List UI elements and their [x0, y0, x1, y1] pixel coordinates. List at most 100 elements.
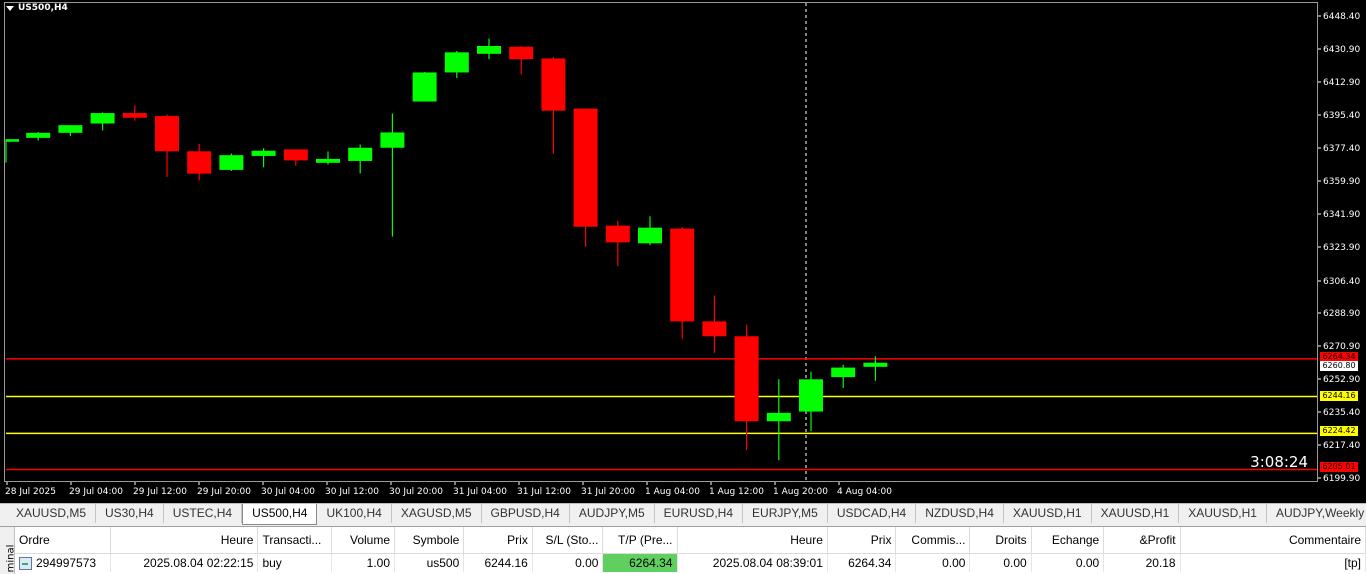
candle-body: [251, 150, 276, 156]
tab-xauusd-h1[interactable]: XAUUSD,H1: [1092, 504, 1180, 523]
column-header[interactable]: Volume: [331, 527, 396, 554]
chart-symbol-header[interactable]: US500,H4: [6, 3, 68, 13]
candle-body: [380, 132, 405, 148]
candle-body: [26, 132, 51, 138]
table-cell: [tp]: [1180, 553, 1366, 572]
price-axis-label: 6412.90: [1323, 78, 1360, 88]
sl-price-tag: 6205.01: [1320, 462, 1358, 472]
column-header[interactable]: Commis...: [895, 527, 971, 554]
table-cell: 0.00: [969, 553, 1032, 572]
price-axis-label: 6323.90: [1323, 243, 1360, 253]
tab-xauusd-h1[interactable]: XAUUSD,H1: [1179, 504, 1267, 523]
column-header[interactable]: S/L (Sto...: [532, 527, 604, 554]
tab-uk100-h4[interactable]: UK100,H4: [317, 504, 392, 523]
price-axis-label: 6199.90: [1323, 474, 1360, 484]
column-header[interactable]: Prix: [463, 527, 533, 554]
candle-countdown-timer: 3:08:24: [1250, 453, 1308, 471]
table-cell: 6244.16: [463, 553, 533, 572]
table-cell: 2025.08.04 02:22:15: [110, 553, 259, 572]
time-axis-label: 1 Aug 12:00: [709, 487, 764, 497]
dropdown-triangle-icon[interactable]: [6, 5, 14, 11]
tab-us500-h4[interactable]: US500,H4: [242, 504, 318, 525]
candle-body: [122, 113, 147, 118]
tab-eurjpy-m5[interactable]: EURJPY,M5: [743, 504, 828, 523]
chart-symbol-label: US500,H4: [18, 3, 68, 13]
table-row[interactable]: 294997573 2025.08.04 02:22:15 buy 1.00 us500…: [15, 553, 1366, 572]
tab-xauusd-m5[interactable]: XAUUSD,M5: [0, 504, 97, 523]
tab-audjpy-weekly[interactable]: AUDJPY,Weekly: [1267, 504, 1366, 523]
tab-us30-h4[interactable]: US30,H4: [96, 504, 164, 523]
tab-gbpusd-h4[interactable]: GBPUSD,H4: [482, 504, 570, 523]
table-cell: 0.00: [532, 553, 604, 572]
terminal-panel: minal Ordre Heure Transacti... Volume Symbol…: [0, 526, 1366, 574]
column-header[interactable]: T/P (Pre...: [602, 527, 678, 554]
time-axis-label: 30 Jul 12:00: [325, 487, 379, 497]
column-header[interactable]: Commentaire: [1180, 527, 1366, 554]
candle-body: [155, 116, 179, 152]
candle-body: [605, 225, 630, 243]
candle-body: [831, 367, 856, 378]
price-axis-label: 6430.90: [1323, 45, 1360, 55]
tab-audjpy-m5[interactable]: AUDJPY,M5: [570, 504, 655, 523]
table-cell: us500: [394, 553, 465, 572]
price-chart[interactable]: 6448.40 6430.90 6412.90 6395.40 6377.40 6359.…: [0, 0, 1366, 503]
time-axis-label: 31 Jul 20:00: [581, 487, 635, 497]
chart-tabs-bar: XAUUSD,M5 US30,H4 USTEC,H4 US500,H4 UK100,H4…: [0, 503, 1366, 526]
time-axis-label: 29 Jul 04:00: [69, 487, 123, 497]
current-price-tag: 6260.80: [1320, 361, 1358, 371]
order-icon: [19, 557, 32, 571]
table-cell: 6264.34: [827, 553, 897, 572]
price-axis-label: 6359.90: [1323, 177, 1360, 187]
terminal-side-label[interactable]: minal: [0, 527, 16, 574]
candle-body: [348, 147, 373, 161]
candle-body: [573, 108, 598, 227]
time-axis-label: 28 Jul 2025: [5, 487, 56, 497]
candle-body: [541, 58, 566, 111]
time-axis-label: 30 Jul 04:00: [261, 487, 315, 497]
price-axis-label: 6217.40: [1323, 441, 1360, 451]
price-axis-label: 6270.90: [1323, 342, 1360, 352]
time-axis-label: 1 Aug 20:00: [773, 487, 828, 497]
candle-body: [412, 72, 437, 102]
table-cell: 2025.08.04 08:39:01: [677, 553, 828, 572]
tab-eurusd-h4[interactable]: EURUSD,H4: [655, 504, 744, 523]
time-axis-label: 1 Aug 04:00: [645, 487, 700, 497]
price-axis-label: 6341.90: [1323, 210, 1360, 220]
price-axis-label: 6448.40: [1323, 12, 1360, 22]
table-cell: buy: [257, 553, 332, 572]
candle-body: [638, 227, 662, 244]
time-axis-label: 31 Jul 12:00: [517, 487, 571, 497]
table-cell: 1.00: [331, 553, 396, 572]
candle-body: [766, 412, 791, 422]
table-cell: 294997573: [15, 553, 112, 572]
tab-ustec-h4[interactable]: USTEC,H4: [164, 504, 243, 523]
chart-window[interactable]: 6448.40 6430.90 6412.90 6395.40 6377.40 6359.…: [0, 0, 1366, 503]
candle-body: [799, 379, 823, 412]
table-cell: 0.00: [1031, 553, 1105, 572]
column-header[interactable]: Symbole: [394, 527, 465, 554]
price-axis-label: 6306.40: [1323, 277, 1360, 287]
column-header[interactable]: Echange: [1031, 527, 1105, 554]
column-header[interactable]: Prix: [827, 527, 897, 554]
tab-xagusd-m5[interactable]: XAGUSD,M5: [392, 504, 482, 523]
column-header[interactable]: Heure: [110, 527, 259, 554]
column-header[interactable]: Transacti...: [257, 527, 332, 554]
entry-price-tag: 6244.16: [1320, 391, 1358, 401]
candle-body: [6, 139, 19, 142]
column-header[interactable]: Ordre: [15, 527, 112, 554]
time-axis-label: 29 Jul 12:00: [133, 487, 187, 497]
candle-body: [702, 321, 727, 337]
price-axis-label: 6288.90: [1323, 309, 1360, 319]
candle-body: [219, 155, 244, 170]
candle-body: [477, 45, 501, 54]
tab-xauusd-h1[interactable]: XAUUSD,H1: [1004, 504, 1092, 523]
column-header[interactable]: Heure: [677, 527, 828, 554]
tab-usdcad-h4[interactable]: USDCAD,H4: [828, 504, 917, 523]
tab-nzdusd-h4[interactable]: NZDUSD,H4: [916, 504, 1004, 523]
time-axis-label: 30 Jul 20:00: [389, 487, 443, 497]
column-header[interactable]: &Profit: [1103, 527, 1181, 554]
column-header[interactable]: Droits: [969, 527, 1032, 554]
candle-body: [283, 149, 308, 161]
time-axis-label: 4 Aug 04:00: [837, 487, 892, 497]
candle-body: [509, 46, 534, 60]
